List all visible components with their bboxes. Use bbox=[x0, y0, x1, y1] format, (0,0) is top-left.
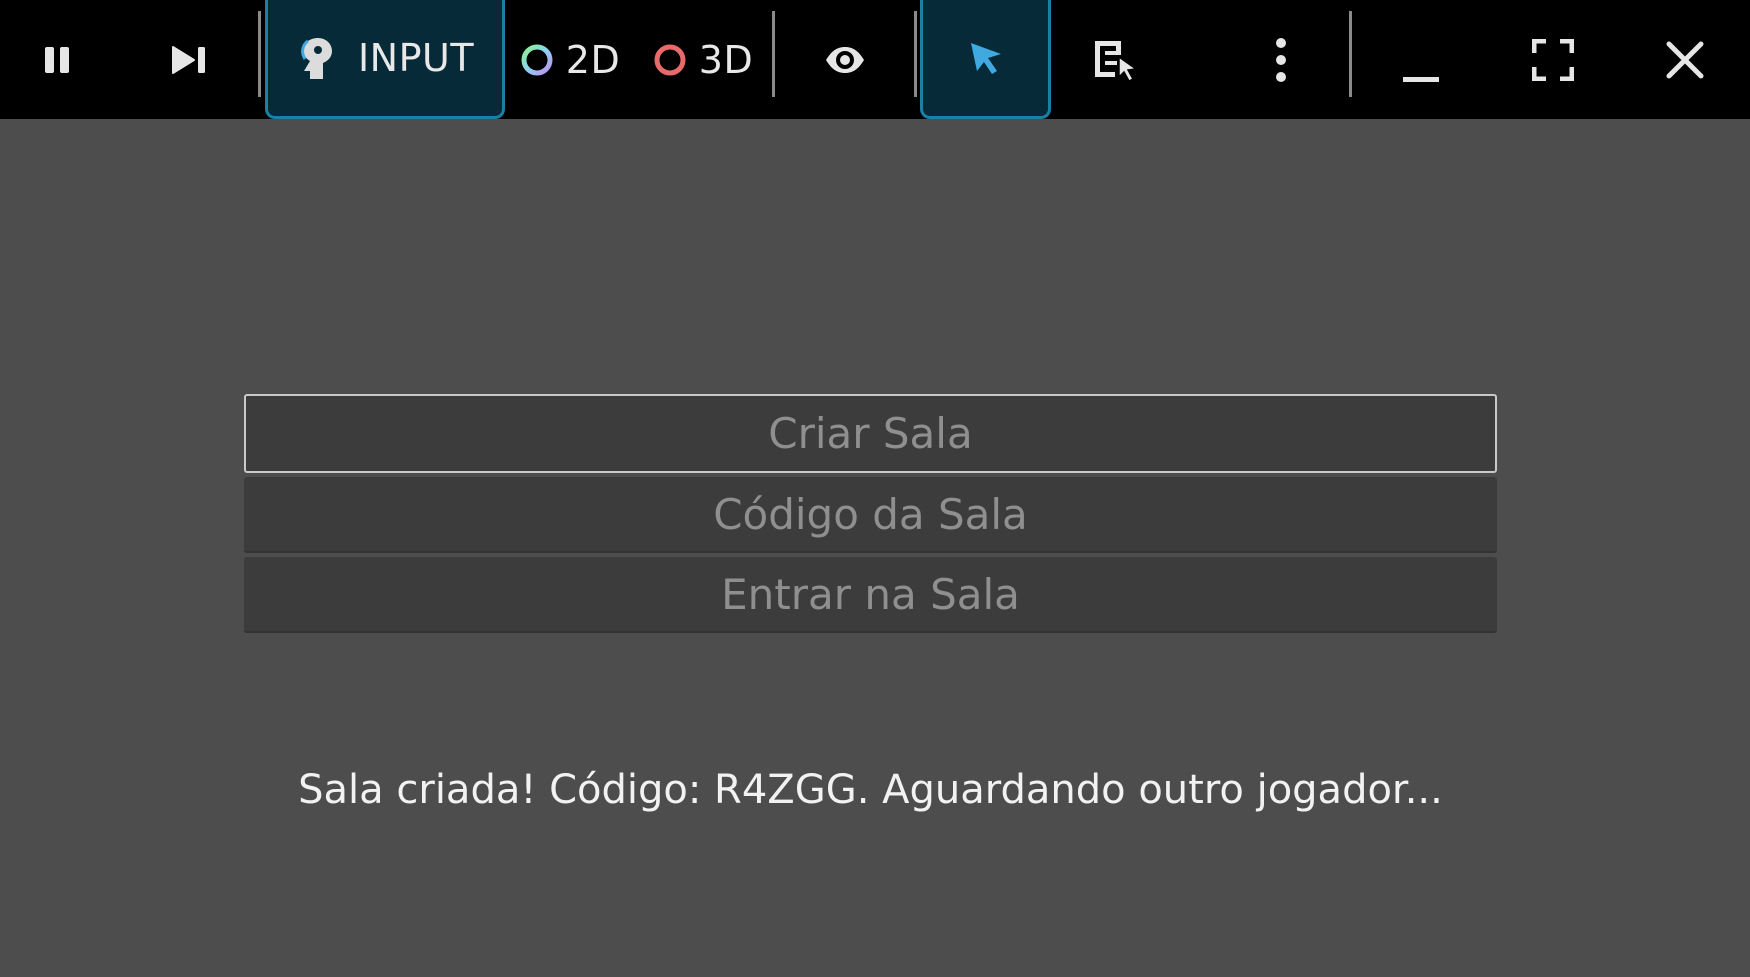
toolbar-separator bbox=[772, 11, 775, 97]
close-icon bbox=[1665, 40, 1705, 80]
pointer-icon bbox=[967, 39, 1005, 77]
input-toggle-button[interactable]: INPUT bbox=[265, 0, 505, 119]
mode-3d-button[interactable]: 3D bbox=[652, 0, 754, 119]
more-options-button[interactable] bbox=[1244, 0, 1318, 119]
create-room-button[interactable]: Criar Sala bbox=[244, 394, 1497, 473]
editor-toolbar: INPUT 2D 3D bbox=[0, 0, 1750, 119]
mode-2d-label: 2D bbox=[565, 37, 621, 82]
room-code-input[interactable]: Código da Sala bbox=[244, 477, 1497, 553]
game-viewport: Criar Sala Código da Sala Entrar na Sala… bbox=[0, 119, 1750, 977]
close-button[interactable] bbox=[1648, 0, 1722, 119]
more-vertical-icon bbox=[1274, 37, 1288, 83]
toolbar-separator bbox=[1349, 11, 1352, 97]
list-pointer-icon bbox=[1092, 37, 1140, 83]
mode-2d-button[interactable]: 2D bbox=[520, 0, 620, 119]
visibility-button[interactable] bbox=[808, 0, 882, 119]
toolbar-separator bbox=[914, 11, 917, 97]
status-message: Sala criada! Código: R4ZGG. Aguardando o… bbox=[298, 767, 1443, 813]
mode-3d-label: 3D bbox=[698, 37, 754, 82]
step-frame-button[interactable] bbox=[152, 0, 226, 119]
pause-icon bbox=[42, 45, 72, 75]
eye-icon bbox=[824, 44, 866, 76]
minimize-button[interactable] bbox=[1384, 0, 1458, 119]
ring-3d-icon bbox=[653, 43, 687, 77]
fullscreen-button[interactable] bbox=[1516, 0, 1590, 119]
ring-2d-icon bbox=[520, 43, 554, 77]
input-label: INPUT bbox=[357, 36, 475, 80]
list-select-button[interactable] bbox=[1076, 0, 1156, 119]
step-forward-icon bbox=[170, 44, 208, 76]
select-mode-button[interactable] bbox=[920, 0, 1051, 119]
fullscreen-icon bbox=[1532, 38, 1574, 81]
minimize-icon bbox=[1403, 76, 1439, 84]
toolbar-separator bbox=[258, 11, 261, 97]
pause-button[interactable] bbox=[20, 0, 94, 119]
input-wrench-icon bbox=[296, 35, 338, 81]
join-room-button[interactable]: Entrar na Sala bbox=[244, 557, 1497, 633]
